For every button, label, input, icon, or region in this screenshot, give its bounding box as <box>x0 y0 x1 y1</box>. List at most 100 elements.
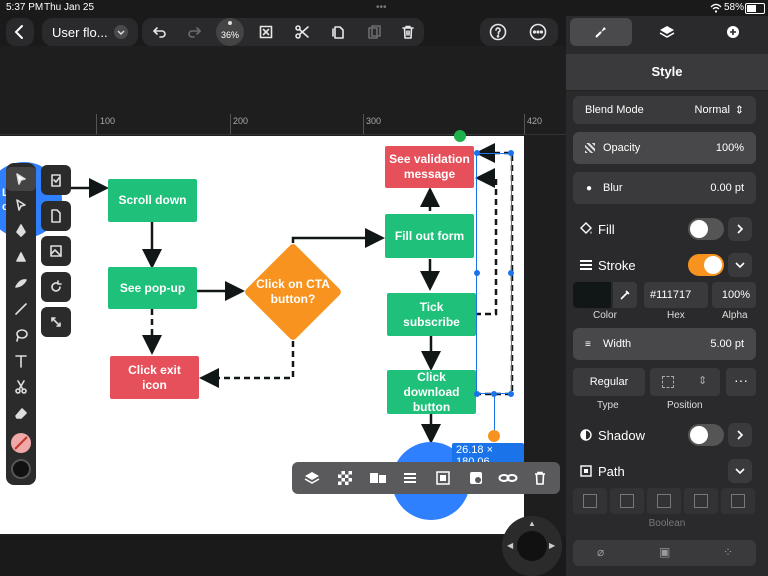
select-tool[interactable] <box>6 167 36 191</box>
flow-node-see-validation[interactable]: See validation message <box>385 146 474 188</box>
delete-button[interactable] <box>394 18 422 46</box>
crop-context-button[interactable] <box>431 466 455 490</box>
boolean-divide-button[interactable] <box>721 488 755 514</box>
boolean-exclude-button[interactable] <box>684 488 718 514</box>
pen-tool[interactable] <box>6 219 36 243</box>
document-title-button[interactable]: User flo... <box>42 18 138 46</box>
image-tool[interactable] <box>41 236 71 266</box>
selection-handle[interactable] <box>508 391 514 397</box>
undo-button[interactable] <box>146 18 174 46</box>
status-time: 5:37 PM <box>6 2 44 13</box>
fill-expand-button[interactable] <box>728 217 752 241</box>
direct-select-tool[interactable] <box>6 193 36 217</box>
opacity-row[interactable]: Opacity 100% <box>573 132 756 164</box>
line-tool[interactable] <box>6 297 36 321</box>
text-tool[interactable] <box>6 349 36 373</box>
selection-bounding-box[interactable] <box>476 153 512 394</box>
redo-icon <box>188 27 201 38</box>
pen-icon <box>16 224 26 237</box>
document-icon <box>51 209 61 223</box>
flow-node-fill-out-form[interactable]: Fill out form <box>385 214 474 258</box>
stroke-type-select[interactable]: Regular <box>573 368 645 396</box>
shadow-toggle[interactable] <box>688 424 724 446</box>
copy-button[interactable] <box>324 18 352 46</box>
redo-button[interactable] <box>180 18 208 46</box>
stroke-position-select[interactable]: ⇕ <box>650 368 720 396</box>
stroke-color-swatch[interactable] <box>11 459 31 479</box>
eraser-icon[interactable]: ⌀ <box>597 545 604 559</box>
selection-handle[interactable] <box>474 391 480 397</box>
selection-handle[interactable] <box>508 150 514 156</box>
position-center-icon <box>662 376 674 388</box>
nodes-icon[interactable]: ⁘ <box>723 545 733 559</box>
opacity-context-button[interactable] <box>333 466 357 490</box>
stroke-handle[interactable] <box>488 430 500 442</box>
align-context-button[interactable] <box>398 466 422 490</box>
fill-color-swatch[interactable] <box>11 433 31 453</box>
flow-node-tick-subscribe[interactable]: Tick subscribe <box>387 293 476 336</box>
clipboard-tool[interactable] <box>41 165 71 195</box>
help-button[interactable] <box>484 18 512 46</box>
selection-handle[interactable] <box>474 270 480 276</box>
multitasking-dots-icon[interactable]: ••• <box>376 2 387 13</box>
resize-tool[interactable] <box>41 307 71 337</box>
shadow-expand-button[interactable] <box>728 423 752 447</box>
stroke-toggle[interactable] <box>688 254 724 276</box>
arrange-context-button[interactable] <box>366 466 390 490</box>
document-tool[interactable] <box>41 201 71 231</box>
stroke-more-button[interactable]: ··· <box>726 368 756 396</box>
flow-node-see-popup[interactable]: See pop-up <box>108 267 197 309</box>
select-box-button[interactable] <box>252 18 280 46</box>
lasso-tool[interactable] <box>6 323 36 347</box>
flow-node-click-download[interactable]: Click download button <box>387 370 476 414</box>
pencil-tool[interactable] <box>6 245 36 269</box>
rotation-handle[interactable] <box>454 130 466 142</box>
layers-tab[interactable] <box>636 18 698 46</box>
status-bar: 5:37 PM Thu Jan 25 ••• 58% <box>0 0 768 16</box>
help-toolbar <box>480 18 558 46</box>
blend-mode-row[interactable]: Blend Mode Normal ⇕ <box>573 96 756 124</box>
question-icon <box>489 23 507 41</box>
battery-icon <box>745 3 765 14</box>
mask-context-button[interactable] <box>464 466 488 490</box>
delete-context-button[interactable] <box>528 466 552 490</box>
paste-button[interactable] <box>360 18 388 46</box>
opacity-value: 100% <box>715 142 744 154</box>
more-button[interactable] <box>524 18 552 46</box>
back-button[interactable] <box>6 18 34 46</box>
stroke-hex-field[interactable]: #111717 <box>644 282 708 308</box>
stroke-alpha-field[interactable]: 100% <box>712 282 756 308</box>
cut-button[interactable] <box>288 18 316 46</box>
layers-context-button[interactable] <box>300 466 324 490</box>
stroke-hex-value: #111717 <box>650 289 692 301</box>
add-tab[interactable] <box>702 18 764 46</box>
eyedropper-button[interactable] <box>613 282 637 308</box>
joystick-knob[interactable] <box>517 531 547 561</box>
frame-icon[interactable]: ▣ <box>659 545 670 559</box>
flow-node-scroll-down[interactable]: Scroll down <box>108 179 197 222</box>
selection-handle[interactable] <box>474 150 480 156</box>
style-tab[interactable] <box>570 18 632 46</box>
stroke-lines-icon <box>580 260 592 270</box>
boolean-union-button[interactable] <box>573 488 607 514</box>
stroke-color-well[interactable] <box>573 282 611 308</box>
eraser-tool[interactable] <box>6 401 36 425</box>
no-fill-icon <box>14 436 28 450</box>
link-context-button[interactable] <box>496 466 520 490</box>
flow-node-click-exit-icon[interactable]: Click exit icon <box>110 356 199 399</box>
fill-toggle[interactable] <box>688 218 724 240</box>
boolean-subtract-button[interactable] <box>610 488 644 514</box>
path-expand-button[interactable] <box>728 459 752 483</box>
boolean-intersect-button[interactable] <box>647 488 681 514</box>
stroke-width-row[interactable]: ≡ Width 5.00 pt <box>573 328 756 360</box>
brush-tool[interactable] <box>6 271 36 295</box>
flow-decision-cta[interactable]: Click on CTA button? <box>243 242 343 342</box>
line-icon <box>15 303 27 315</box>
nudge-joystick[interactable]: ▲ ◀ ▶ <box>502 516 562 576</box>
stroke-expand-button[interactable] <box>728 253 752 277</box>
blur-row[interactable]: ● Blur 0.00 pt <box>573 172 756 204</box>
selection-handle[interactable] <box>508 270 514 276</box>
rotate-tool[interactable] <box>41 272 71 302</box>
scissors-tool[interactable] <box>6 375 36 399</box>
zoom-button[interactable]: 36% <box>216 18 244 46</box>
